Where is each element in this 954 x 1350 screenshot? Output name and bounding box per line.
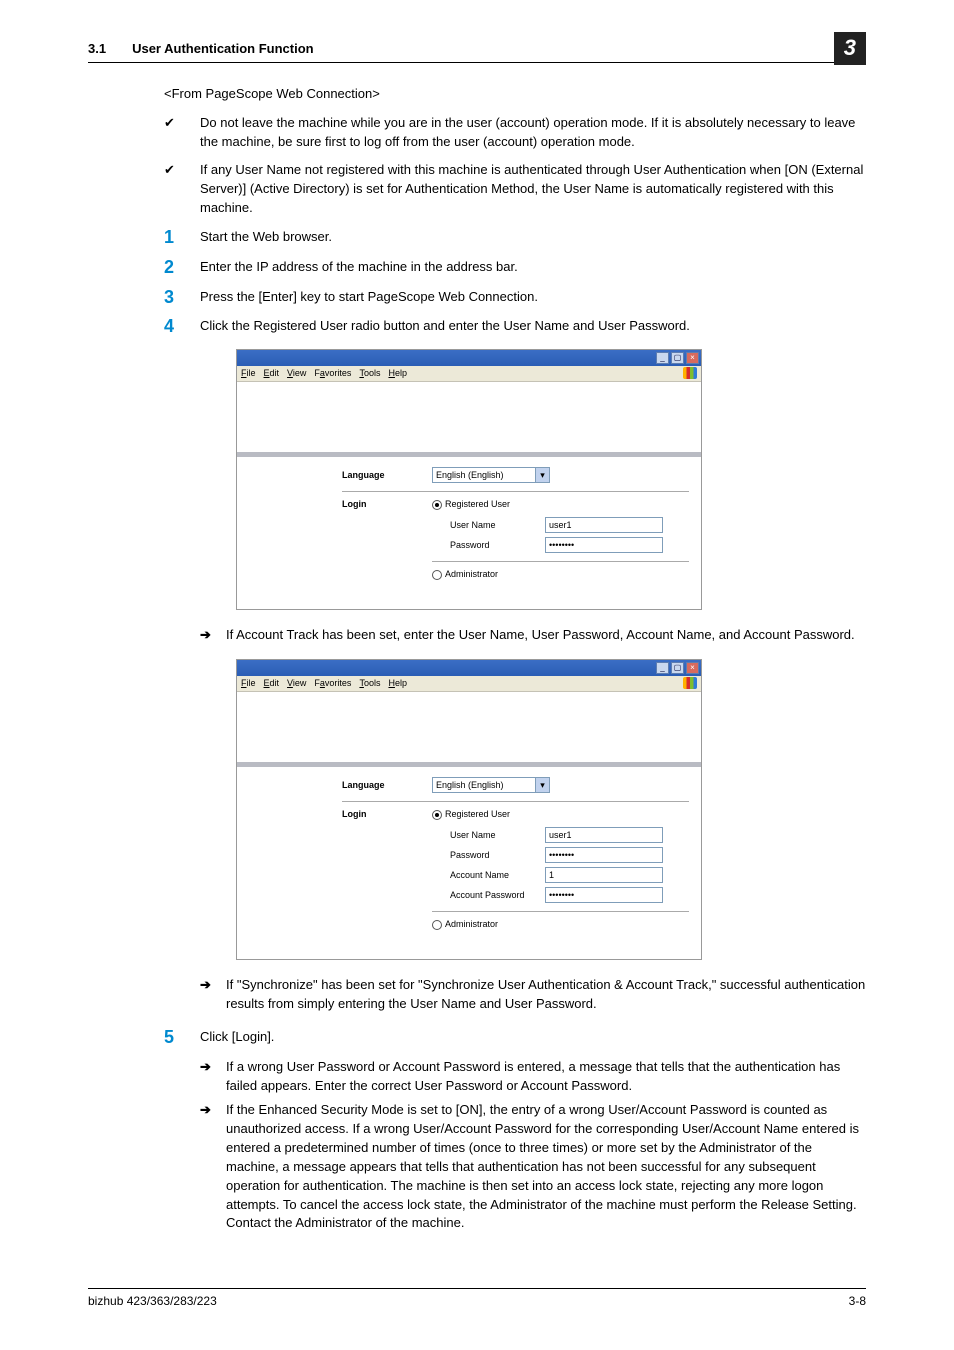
- check-icon: ✔: [164, 161, 200, 218]
- step-text: Start the Web browser.: [200, 228, 866, 248]
- menu-file[interactable]: File: [241, 677, 256, 690]
- password-label: Password: [450, 849, 545, 862]
- close-icon[interactable]: ×: [686, 352, 699, 364]
- step-text: Click the Registered User radio button a…: [200, 317, 866, 337]
- close-icon[interactable]: ×: [686, 662, 699, 674]
- registered-user-radio[interactable]: [432, 500, 442, 510]
- check-text: Do not leave the machine while you are i…: [200, 114, 866, 152]
- menu-view[interactable]: View: [287, 367, 306, 380]
- language-label: Language: [342, 779, 432, 792]
- login-label: Login: [342, 498, 432, 511]
- step-number: 5: [164, 1028, 200, 1048]
- minimize-icon[interactable]: _: [656, 662, 669, 674]
- password-input[interactable]: [545, 537, 663, 553]
- arrow-icon: ➔: [200, 626, 226, 645]
- browser-menubar: File Edit View Favorites Tools Help: [237, 676, 701, 692]
- footer-left: bizhub 423/363/283/223: [88, 1293, 217, 1310]
- menu-edit[interactable]: Edit: [264, 367, 280, 380]
- menu-tools[interactable]: Tools: [359, 367, 380, 380]
- administrator-label: Administrator: [445, 918, 498, 931]
- subsection-title: <From PageScope Web Connection>: [164, 85, 866, 104]
- section-number: 3.1: [88, 40, 106, 59]
- menu-help[interactable]: Help: [388, 677, 407, 690]
- windows-flag-icon: [683, 367, 697, 379]
- footer-right: 3-8: [849, 1293, 866, 1310]
- step-text: Press the [Enter] key to start PageScope…: [200, 288, 866, 308]
- sub-text: If "Synchronize" has been set for "Synch…: [226, 976, 866, 1014]
- menu-help[interactable]: Help: [388, 367, 407, 380]
- step-text: Click [Login].: [200, 1028, 866, 1048]
- language-select[interactable]: English (English)▾: [432, 467, 550, 483]
- dropdown-icon: ▾: [535, 468, 549, 482]
- account-password-label: Account Password: [450, 889, 545, 902]
- registered-user-label: Registered User: [445, 808, 510, 821]
- screenshot-login-account: _ ▢ × File Edit View Favorites Tools Hel…: [236, 659, 702, 960]
- browser-menubar: File Edit View Favorites Tools Help: [237, 366, 701, 382]
- chapter-tab: 3: [834, 32, 866, 65]
- dropdown-icon: ▾: [535, 778, 549, 792]
- administrator-radio[interactable]: [432, 920, 442, 930]
- screenshot-login-basic: _ ▢ × File Edit View Favorites Tools Hel…: [236, 349, 702, 610]
- step-number: 3: [164, 288, 200, 308]
- account-password-input[interactable]: [545, 887, 663, 903]
- administrator-radio[interactable]: [432, 570, 442, 580]
- menu-view[interactable]: View: [287, 677, 306, 690]
- step-number: 4: [164, 317, 200, 337]
- username-input[interactable]: [545, 517, 663, 533]
- arrow-icon: ➔: [200, 1058, 226, 1096]
- language-select[interactable]: English (English)▾: [432, 777, 550, 793]
- window-titlebar: _ ▢ ×: [237, 350, 701, 366]
- check-icon: ✔: [164, 114, 200, 152]
- step-text: Enter the IP address of the machine in t…: [200, 258, 866, 278]
- maximize-icon[interactable]: ▢: [671, 662, 684, 674]
- sub-text: If a wrong User Password or Account Pass…: [226, 1058, 866, 1096]
- check-text: If any User Name not registered with thi…: [200, 161, 866, 218]
- menu-file[interactable]: File: [241, 367, 256, 380]
- step-number: 1: [164, 228, 200, 248]
- arrow-icon: ➔: [200, 976, 226, 1014]
- registered-user-radio[interactable]: [432, 810, 442, 820]
- username-label: User Name: [450, 519, 545, 532]
- registered-user-label: Registered User: [445, 498, 510, 511]
- language-label: Language: [342, 469, 432, 482]
- windows-flag-icon: [683, 677, 697, 689]
- administrator-label: Administrator: [445, 568, 498, 581]
- sub-text: If the Enhanced Security Mode is set to …: [226, 1101, 866, 1233]
- arrow-icon: ➔: [200, 1101, 226, 1233]
- sub-text: If Account Track has been set, enter the…: [226, 626, 866, 645]
- username-input[interactable]: [545, 827, 663, 843]
- window-titlebar: _ ▢ ×: [237, 660, 701, 676]
- menu-tools[interactable]: Tools: [359, 677, 380, 690]
- menu-favorites[interactable]: Favorites: [314, 677, 351, 690]
- account-name-label: Account Name: [450, 869, 545, 882]
- minimize-icon[interactable]: _: [656, 352, 669, 364]
- menu-favorites[interactable]: Favorites: [314, 367, 351, 380]
- password-input[interactable]: [545, 847, 663, 863]
- menu-edit[interactable]: Edit: [264, 677, 280, 690]
- maximize-icon[interactable]: ▢: [671, 352, 684, 364]
- account-name-input[interactable]: [545, 867, 663, 883]
- section-title: User Authentication Function: [132, 40, 314, 59]
- username-label: User Name: [450, 829, 545, 842]
- login-label: Login: [342, 808, 432, 821]
- password-label: Password: [450, 539, 545, 552]
- step-number: 2: [164, 258, 200, 278]
